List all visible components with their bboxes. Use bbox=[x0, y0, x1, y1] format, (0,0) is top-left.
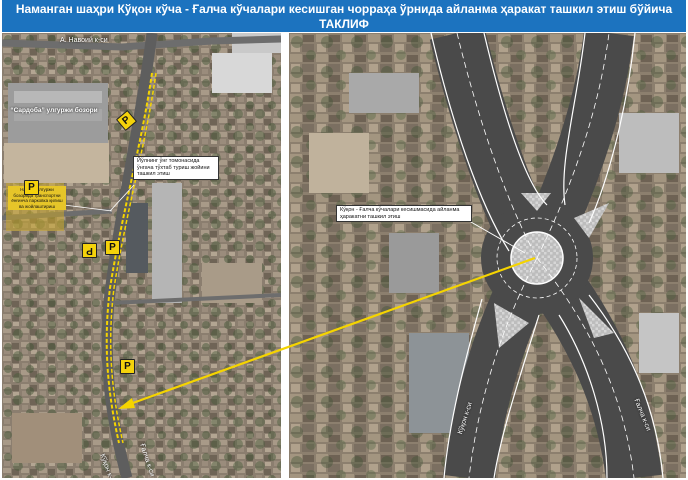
callout-right-side-parking: Йўлнинг ўнг томонасида ўнгача тўхтаб тур… bbox=[133, 156, 219, 180]
callout-roundabout: Кўқон - Ғалча кўчалари кесишмасида айлан… bbox=[336, 205, 472, 222]
street-label-navoiy: А. Навоий к-си bbox=[60, 37, 108, 44]
map-figure: Наманган шаҳри Кўқон кўча - Ғалча кўчала… bbox=[0, 0, 688, 480]
parking-sign-icon: P bbox=[105, 240, 120, 255]
title-line-2: ТАКЛИФ bbox=[319, 17, 369, 31]
parking-sign-icon: P bbox=[24, 180, 39, 195]
overview-map-graphic bbox=[2, 33, 281, 478]
market-label-sardoba: “Сардоба” улгуржи бозори bbox=[10, 107, 98, 114]
roundabout-design-graphic bbox=[289, 33, 686, 478]
parking-sign-icon: P bbox=[82, 243, 97, 258]
overview-satellite-map: А. Навоий к-си “Сардоба” улгуржи бозори … bbox=[2, 33, 281, 478]
roundabout-proposal-map: Кўқон - Ғалча кўчалари кесишмасида айлан… bbox=[289, 33, 686, 478]
title-bar: Наманган шаҳри Кўқон кўча - Ғалча кўчала… bbox=[2, 0, 686, 32]
title-line-1: Наманган шаҳри Кўқон кўча - Ғалча кўчала… bbox=[15, 2, 673, 16]
parking-sign-icon: P bbox=[120, 359, 135, 374]
